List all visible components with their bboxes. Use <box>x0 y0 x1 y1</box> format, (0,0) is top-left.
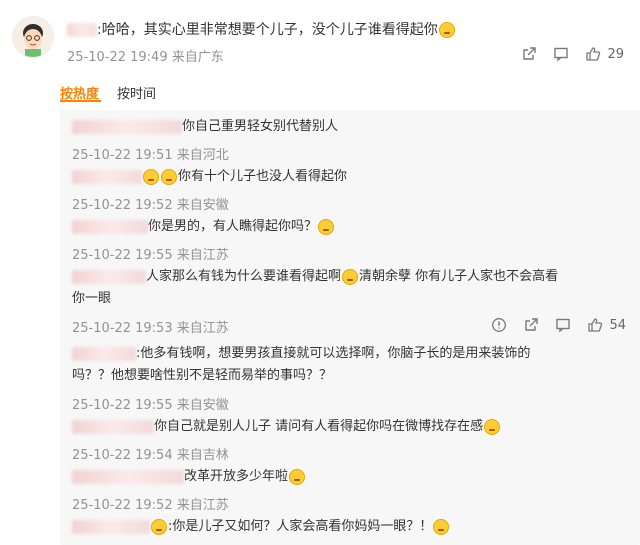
username[interactable] <box>67 23 97 37</box>
reply-meta: 25-10-22 19:51 来自河北 <box>72 148 229 163</box>
reply-username[interactable] <box>72 346 136 361</box>
reply-username[interactable] <box>72 219 148 234</box>
comment-location: 来自广东 <box>171 50 224 65</box>
laugh-emoji-icon <box>438 22 455 38</box>
reply-username[interactable] <box>72 419 154 434</box>
comment-actions: 29 <box>521 44 624 64</box>
emoji-icon <box>289 468 306 485</box>
main-comment: :哈哈，其实心里非常想要个儿子，没个儿子谁看得起你 25-10-22 19:49… <box>0 0 640 80</box>
reply-item: 你有十个儿子也没人看得起你 <box>72 166 630 188</box>
reply-username[interactable] <box>72 169 142 184</box>
reply-username[interactable] <box>72 269 146 284</box>
reply-meta: 25-10-22 19:55 来自江苏 <box>72 248 229 263</box>
reply-item: 你自己就是别人儿子 请问有人看得起你吗在微博找存在感 <box>72 416 630 438</box>
like-button[interactable]: 29 <box>585 46 624 62</box>
reply-item: 你自己重男轻女别代替别人 <box>72 116 630 138</box>
reply-icon[interactable] <box>553 46 569 62</box>
active-tab-indicator <box>60 100 101 102</box>
reply-username[interactable] <box>72 519 150 534</box>
tab-time[interactable]: 按时间 <box>117 83 156 103</box>
emoji-icon <box>433 518 450 535</box>
reply-actions: 54 <box>491 317 626 333</box>
thumbs-up-icon <box>587 317 603 333</box>
reply-meta: 25-10-22 19:53 来自江苏 <box>72 321 229 336</box>
reply-meta: 25-10-22 19:52 来自安徽 <box>72 198 229 213</box>
comment-text: :哈哈，其实心里非常想要个儿子，没个儿子谁看得起你 <box>67 21 456 39</box>
comment-meta: 25-10-22 19:49 来自广东 <box>67 46 224 65</box>
crying-emoji-icon <box>161 168 177 185</box>
report-icon[interactable] <box>491 317 507 333</box>
reply-item: 你是男的，有人瞧得起你吗？ <box>72 216 630 238</box>
share-icon[interactable] <box>521 46 537 62</box>
reply-item: 人家那么有钱为什么要谁看得起啊 清朝余孽 你有儿子人家也不会高看 你一眼 <box>72 268 559 306</box>
avatar-illustration <box>13 17 53 57</box>
reply-icon[interactable] <box>555 317 571 333</box>
tears-emoji-icon <box>342 268 359 285</box>
emoji-icon <box>143 168 159 185</box>
reply-item: :他多有钱啊，想要男孩直接就可以选择啊，你脑子长的是用来装饰的 吗？？他想要啥性… <box>72 346 531 383</box>
dog-emoji-icon <box>318 218 335 235</box>
reply-list: 你自己重男轻女别代替别人 25-10-22 19:51 来自河北 你有十个儿子也… <box>60 110 640 545</box>
like-count: 29 <box>607 46 624 62</box>
reply-meta: 25-10-22 19:54 来自吉林 <box>72 448 229 463</box>
reply-username[interactable] <box>72 469 184 484</box>
reply-meta: 25-10-22 19:52 来自江苏 <box>72 498 229 513</box>
avatar[interactable] <box>12 16 54 58</box>
reply-item: :你是儿子又如何？人家会高看你妈妈一眼？！ <box>72 516 630 538</box>
emoji-icon <box>484 418 501 435</box>
thumbs-up-icon <box>585 46 601 62</box>
like-button[interactable]: 54 <box>587 317 626 333</box>
comment-time: 25-10-22 19:49 <box>67 50 168 65</box>
emoji-icon <box>151 518 167 535</box>
reply-meta: 25-10-22 19:55 来自安徽 <box>72 398 229 413</box>
reply-username[interactable] <box>72 119 182 134</box>
share-icon[interactable] <box>523 317 539 333</box>
like-count: 54 <box>609 317 626 333</box>
reply-item: 改革开放多少年啦 <box>72 466 630 488</box>
